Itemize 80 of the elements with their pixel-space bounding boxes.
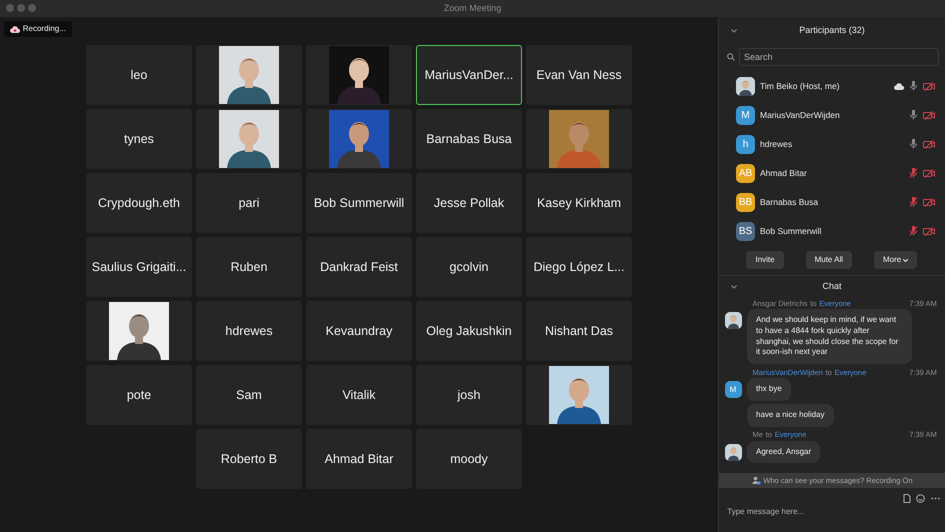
participant-name: Kasey Kirkham	[536, 194, 622, 212]
search-field[interactable]: Search	[739, 48, 939, 66]
mic-icon[interactable]	[909, 81, 918, 92]
window-minimize-button[interactable]	[16, 4, 25, 12]
participant-name: MariusVanDerWijden	[760, 108, 841, 122]
avatar: M	[724, 381, 742, 398]
file-icon[interactable]	[902, 494, 910, 502]
participant-name: moody	[450, 450, 488, 468]
window-zoom-button[interactable]	[28, 4, 36, 12]
participant-name: Barnabas Busa	[760, 196, 820, 209]
video-off-icon[interactable]	[923, 198, 935, 207]
video-off-icon[interactable]	[923, 226, 935, 236]
participant-name: Saulius Grigaiti...	[92, 258, 186, 276]
video-off-icon[interactable]	[923, 110, 935, 120]
participant-name: Tim Beiko (Host, me)	[760, 80, 841, 93]
participant-name: Ahmad Bitar	[324, 450, 394, 468]
collapse-icon[interactable]	[731, 29, 737, 33]
participant-name: tynes	[124, 130, 154, 148]
participant-row[interactable]: Tim Beiko (Host, me)	[719, 72, 945, 101]
avatar: h	[736, 134, 755, 154]
participant-name: Diego López L...	[533, 258, 625, 276]
participant-name: Roberto B	[220, 450, 278, 468]
avatar: BS	[736, 222, 755, 241]
collapse-icon[interactable]	[731, 284, 737, 289]
muted-mic-icon[interactable]	[909, 168, 918, 178]
participant-row[interactable]: h hdrewes	[719, 130, 945, 159]
participant-name: pari	[238, 194, 260, 212]
more-icon[interactable]	[930, 496, 940, 500]
search-icon	[727, 53, 735, 61]
participant-name: Jesse Pollak	[434, 194, 504, 212]
avatar: BB	[736, 192, 755, 212]
cloud-icon	[10, 26, 20, 32]
participant-name: josh	[458, 386, 480, 404]
avatar: M	[736, 106, 755, 125]
participant-name: Bob Summerwill	[760, 224, 822, 238]
participant-name: Vitalik	[342, 386, 376, 404]
participant-name: MariusVanDer...	[424, 66, 514, 84]
participant-row[interactable]: BS Bob Summerwill	[719, 216, 945, 246]
participant-name: Bob Summerwill	[314, 194, 404, 212]
panel-title: Participants (32)	[799, 24, 865, 38]
muted-mic-icon[interactable]	[909, 226, 918, 236]
muted-mic-icon[interactable]	[909, 197, 918, 208]
action-button[interactable]: Invite	[746, 251, 784, 270]
video-off-icon[interactable]	[923, 168, 935, 178]
recording-indicator[interactable]: Recording...	[4, 21, 72, 37]
participant-name: hdrewes	[225, 322, 273, 340]
participant-name: Evan Van Ness	[536, 66, 622, 84]
dropdown-button[interactable]: More	[874, 251, 918, 270]
participant-name: hdrewes	[760, 138, 794, 151]
participant-name: pote	[126, 386, 152, 404]
person-icon	[752, 476, 760, 485]
message-bubble: thx bye	[747, 378, 791, 401]
participant-name: Oleg Jakushkin	[426, 322, 512, 340]
participant-name: Kevaundray	[326, 322, 392, 340]
action-button[interactable]: Mute All	[806, 251, 852, 270]
participant-name: Ahmad Bitar	[760, 166, 808, 180]
participant-name: Crypdough.eth	[98, 194, 180, 212]
avatar: AB	[736, 164, 755, 183]
participant-row[interactable]: AB Ahmad Bitar	[719, 158, 945, 188]
message-input[interactable]: Type message here...	[724, 506, 940, 518]
participant-name: Sam	[236, 386, 262, 404]
message-bubble: Agreed, Ansgar	[747, 440, 820, 464]
panel-title: Chat	[822, 280, 842, 293]
message-bubble: And we should keep in mind, if we want to have a 4844 fork quickly after shanghai, we should close the scope for it soon-ish next year	[747, 309, 912, 364]
video-off-icon[interactable]	[923, 82, 935, 91]
window-title: Zoom Meeting	[444, 2, 502, 15]
emoji-icon[interactable]	[916, 494, 925, 502]
participant-name: gcolvin	[450, 258, 488, 276]
mic-icon[interactable]	[909, 110, 918, 120]
participant-name: Nishant Das	[544, 322, 614, 340]
participant-name: leo	[130, 66, 148, 84]
mic-icon[interactable]	[909, 139, 918, 150]
participant-name: Dankrad Feist	[320, 258, 398, 276]
window-close-button[interactable]	[6, 4, 14, 12]
participant-row[interactable]: BB Barnabas Busa	[719, 188, 945, 217]
participant-name: Ruben	[230, 258, 268, 276]
participant-row[interactable]: M MariusVanDerWijden	[719, 100, 945, 130]
message-bubble: have a nice holiday	[747, 404, 834, 427]
video-off-icon[interactable]	[923, 140, 935, 149]
participant-name: Barnabas Busa	[426, 130, 512, 148]
